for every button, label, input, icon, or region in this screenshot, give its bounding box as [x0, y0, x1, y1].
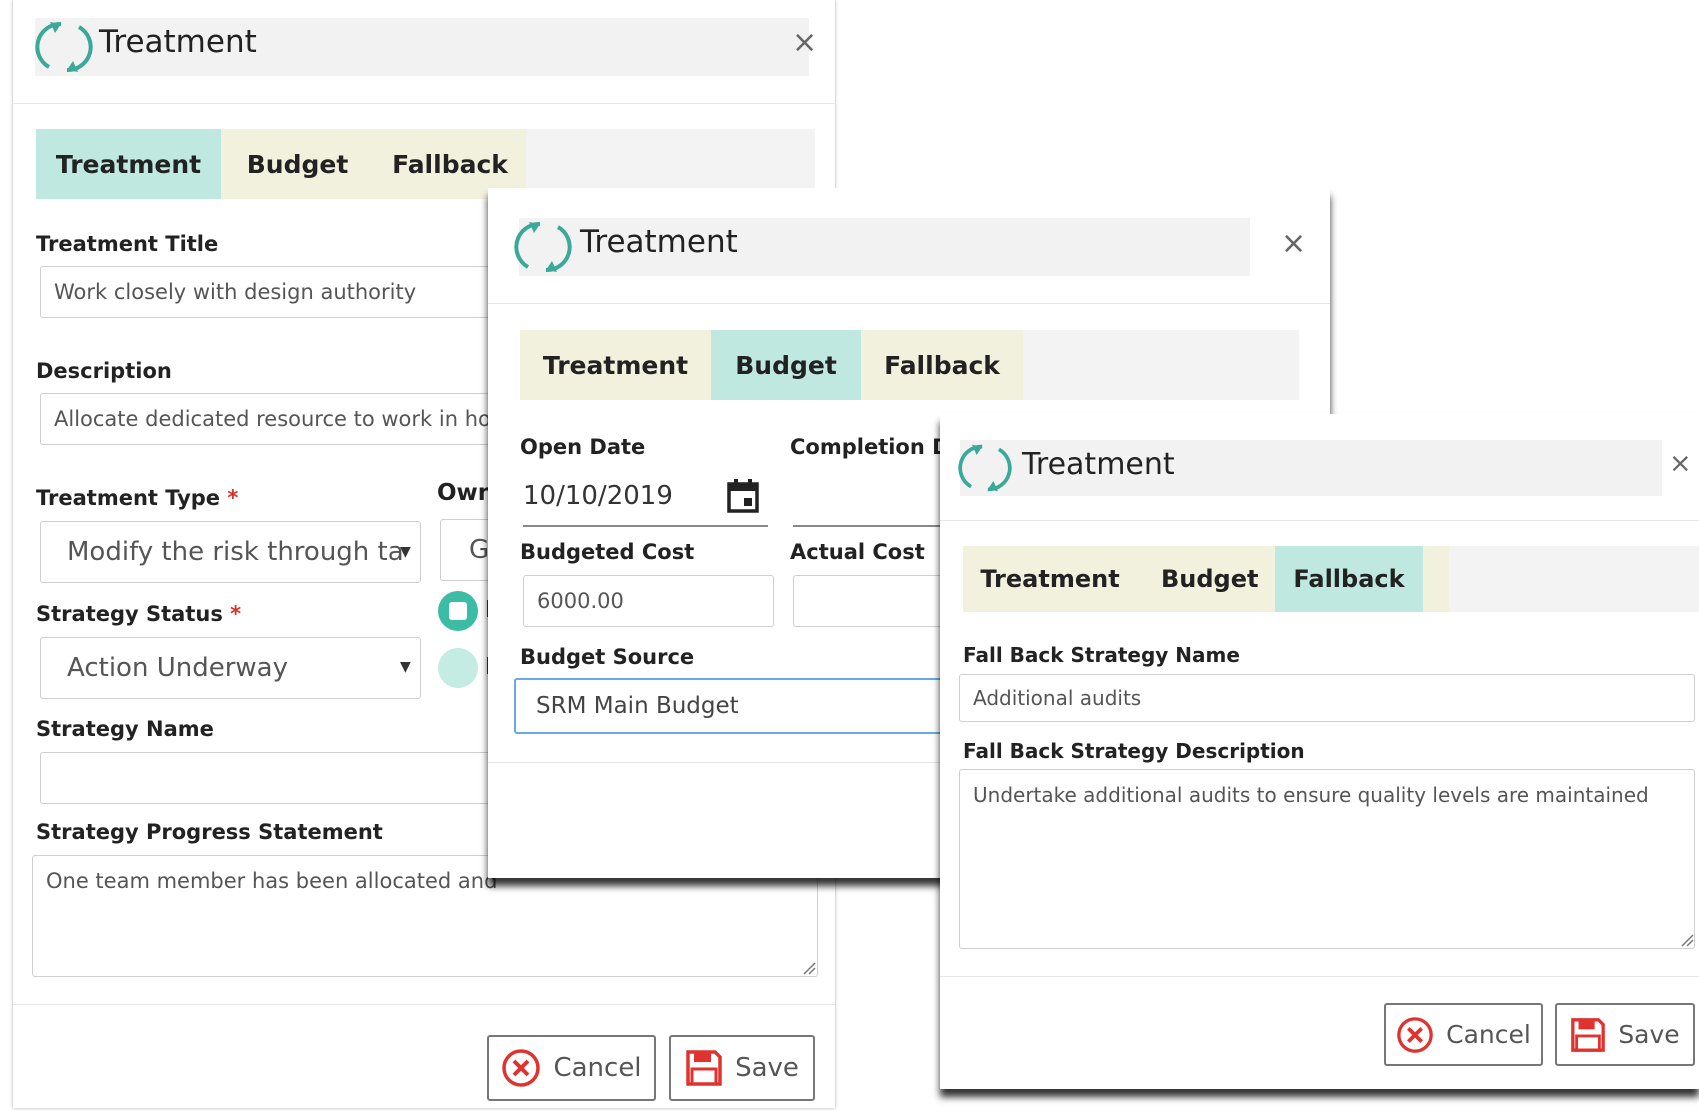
treatment-type-label: Treatment Type *: [36, 486, 239, 510]
dialog-title: Treatment: [1022, 447, 1175, 482]
fallback-description-textarea[interactable]: Undertake additional audits to ensure qu…: [959, 769, 1695, 949]
resize-grip-icon[interactable]: [802, 961, 816, 975]
save-button[interactable]: Save: [1555, 1003, 1695, 1066]
strategy-status-select[interactable]: Action Underway: [40, 637, 421, 699]
save-label: Save: [735, 1053, 799, 1083]
radio-check-icon: [449, 602, 467, 620]
floppy-disk-icon: [1571, 1017, 1606, 1052]
refresh-circle-icon: [35, 21, 93, 73]
budgeted-cost-input[interactable]: 6000.00: [523, 575, 774, 627]
budget-source-label: Budget Source: [520, 645, 695, 669]
tab-budget[interactable]: Budget: [711, 330, 861, 400]
strategy-status-value: Action Underway: [67, 653, 288, 683]
cancel-label: Cancel: [1446, 1020, 1531, 1049]
close-icon[interactable]: ×: [1281, 226, 1306, 261]
treatment-title-label: Treatment Title: [36, 232, 219, 256]
tab-treatment[interactable]: Treatment: [520, 330, 711, 400]
budgeted-cost-label: Budgeted Cost: [520, 540, 695, 564]
required-mark: *: [227, 486, 239, 510]
dialog-title: Treatment: [99, 24, 257, 60]
treatment-type-value: Modify the risk through ta: [67, 537, 404, 567]
refresh-circle-icon: [514, 221, 572, 273]
open-date-label: Open Date: [520, 435, 646, 459]
cancel-circle-icon: [1397, 1016, 1433, 1053]
strategy-status-label: Strategy Status *: [36, 602, 242, 626]
strategy-name-label: Strategy Name: [36, 717, 214, 741]
description-label: Description: [36, 359, 172, 383]
fallback-name-input[interactable]: Additional audits: [959, 674, 1695, 722]
radio-selected[interactable]: [438, 591, 478, 631]
floppy-disk-icon: [686, 1050, 722, 1086]
cancel-label: Cancel: [553, 1053, 642, 1083]
progress-statement-label: Strategy Progress Statement: [36, 820, 383, 844]
close-icon[interactable]: ×: [792, 25, 817, 60]
owner-label: Own: [437, 480, 495, 506]
close-icon[interactable]: ×: [1669, 448, 1692, 479]
refresh-circle-icon: [958, 444, 1012, 492]
treatment-type-select[interactable]: Modify the risk through ta: [40, 521, 421, 583]
header-divider: [940, 520, 1699, 521]
fallback-name-label: Fall Back Strategy Name: [963, 643, 1240, 667]
tab-budget[interactable]: Budget: [221, 129, 374, 199]
cancel-button[interactable]: Cancel: [1384, 1003, 1543, 1066]
treatment-dialog-fallback: Treatment × Treatment Budget Fallback Fa…: [940, 414, 1699, 1089]
actual-cost-label: Actual Cost: [790, 540, 925, 564]
fallback-description-label: Fall Back Strategy Description: [963, 739, 1305, 763]
tab-treatment[interactable]: Treatment: [36, 129, 221, 199]
dropdown-caret-icon: ▼: [400, 544, 411, 560]
header-divider: [13, 103, 835, 104]
completion-date-label: Completion Da: [790, 435, 964, 459]
save-label: Save: [1618, 1020, 1680, 1049]
footer-divider: [13, 1004, 835, 1005]
tab-treatment[interactable]: Treatment: [963, 546, 1137, 612]
cancel-circle-icon: [502, 1049, 541, 1087]
tab-fallback[interactable]: Fallback: [1275, 546, 1423, 612]
dialog-title: Treatment: [580, 224, 738, 260]
dropdown-caret-icon: ▼: [400, 659, 411, 675]
cancel-button[interactable]: Cancel: [487, 1035, 656, 1101]
calendar-icon[interactable]: [726, 478, 760, 514]
radio-unselected[interactable]: [438, 648, 478, 688]
footer-divider: [940, 976, 1699, 977]
header-divider: [488, 303, 1330, 304]
resize-grip-icon[interactable]: [1680, 933, 1694, 947]
tab-fallback[interactable]: Fallback: [861, 330, 1023, 400]
tab-bar: Treatment Budget Fallback: [520, 330, 1299, 400]
tab-bar: Treatment Budget Fallback: [963, 546, 1699, 612]
save-button[interactable]: Save: [669, 1035, 815, 1101]
required-mark: *: [230, 602, 242, 626]
